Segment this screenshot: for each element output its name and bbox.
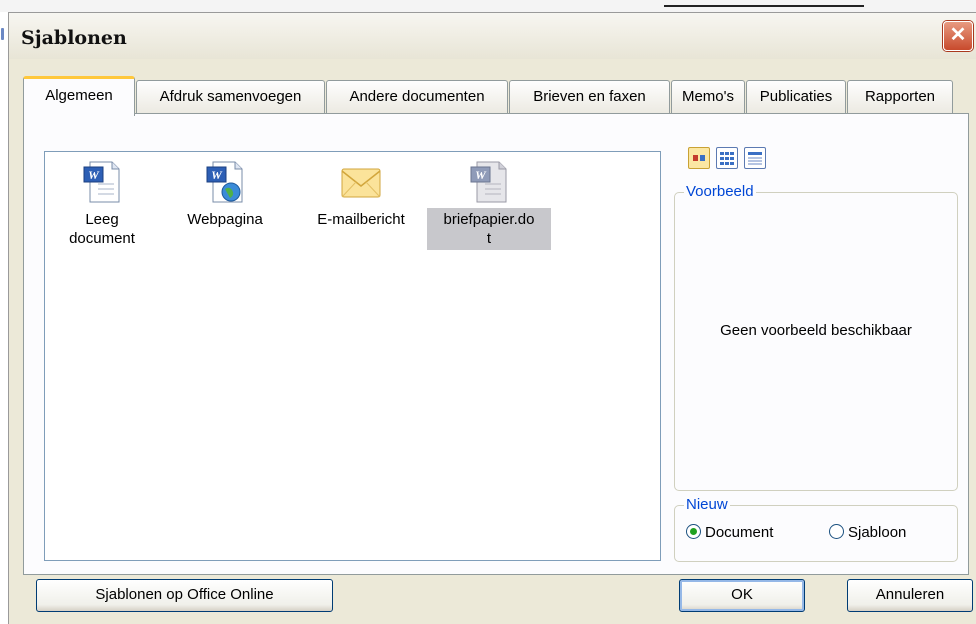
tab-algemeen[interactable]: Algemeen [23,76,135,116]
tab-andere-documenten[interactable]: Andere documenten [326,80,508,113]
large-icons-view-button[interactable] [688,147,710,169]
list-view-button[interactable] [716,147,738,169]
svg-text:W: W [88,168,100,182]
template-label: Webpagina [187,211,263,228]
close-icon: ✕ [949,24,967,46]
template-list[interactable]: W Leeg document W Webpagina E-mailberich… [44,151,661,561]
new-group-label: Nieuw [684,496,730,513]
template-label: E-mailbericht [317,211,405,228]
word-document-icon: W [83,161,120,203]
ok-button[interactable]: OK [679,579,805,612]
svg-text:W: W [211,168,223,182]
tab-memos[interactable]: Memo's [671,80,745,113]
background-window-edge [1,28,4,40]
tab-publicaties[interactable]: Publicaties [746,80,846,113]
word-template-icon: W [470,161,507,203]
tab-brieven-en-faxen[interactable]: Brieven en faxen [509,80,670,113]
new-group: Nieuw Document Sjabloon [674,496,958,562]
template-item[interactable]: W Webpagina [175,160,275,231]
background-divider [664,5,864,7]
envelope-icon [341,168,381,198]
radio-document-indicator[interactable] [686,524,701,539]
office-online-button[interactable]: Sjablonen op Office Online [36,579,333,612]
template-label: Leeg document [69,211,135,247]
title-bar[interactable]: Sjablonen ✕ [9,13,976,59]
radio-document[interactable]: Document [686,524,773,541]
details-view-icon [748,152,762,165]
tab-rapporten[interactable]: Rapporten [847,80,953,113]
close-button[interactable]: ✕ [943,21,973,51]
tab-afdruk-samenvoegen[interactable]: Afdruk samenvoegen [136,80,325,113]
radio-sjabloon[interactable]: Sjabloon [829,524,906,541]
radio-sjabloon-indicator[interactable] [829,524,844,539]
list-view-icon [720,152,734,165]
tab-panel: W Leeg document W Webpagina E-mailberich… [23,113,969,575]
template-item[interactable]: E-mailbericht [303,160,419,231]
radio-document-label: Document [705,524,774,541]
radio-sjabloon-label: Sjabloon [848,524,907,541]
templates-dialog: Sjablonen ✕ Algemeen Afdruk samenvoegen … [8,12,976,624]
details-view-button[interactable] [744,147,766,169]
svg-text:W: W [475,168,487,182]
preview-group-label: Voorbeeld [684,183,756,200]
word-webpage-icon: W [206,161,243,203]
dialog-title: Sjablonen [21,27,127,49]
template-item-selected[interactable]: W briefpapier.do t [427,160,551,250]
template-item[interactable]: W Leeg document [59,160,145,250]
large-icons-view-icon [693,155,705,161]
preview-group: Voorbeeld Geen voorbeeld beschikbaar [674,183,958,491]
cancel-button[interactable]: Annuleren [847,579,973,612]
preview-empty-text: Geen voorbeeld beschikbaar [720,322,912,339]
template-label: briefpapier.do t [427,208,551,250]
